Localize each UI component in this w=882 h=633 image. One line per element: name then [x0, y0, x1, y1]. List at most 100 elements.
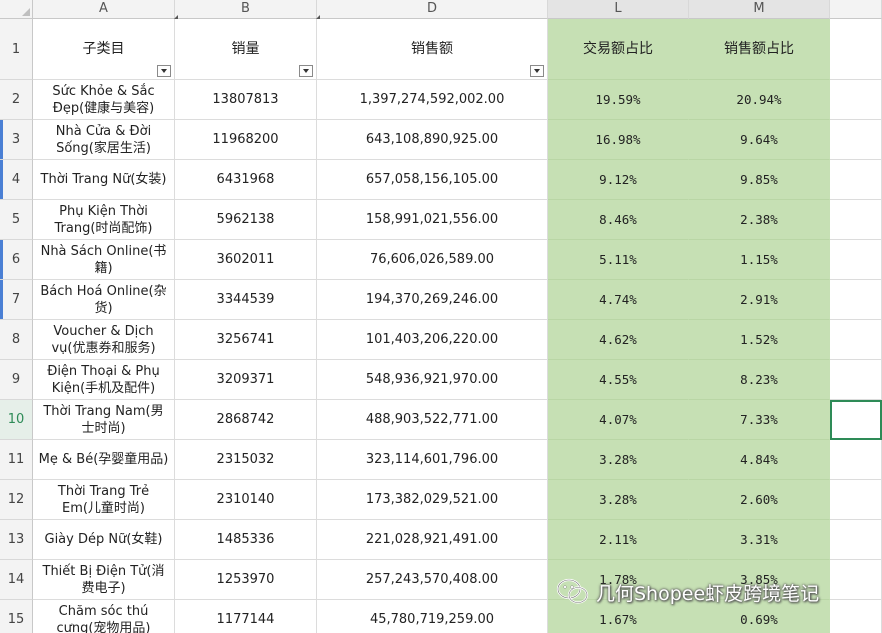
- column-header-a[interactable]: A: [33, 0, 175, 19]
- empty-cell[interactable]: [830, 120, 882, 160]
- cell-volume[interactable]: 1253970: [175, 560, 317, 600]
- row-header[interactable]: 15: [0, 600, 33, 633]
- select-all-corner[interactable]: [0, 0, 33, 19]
- row-header[interactable]: 12: [0, 480, 33, 520]
- cell-volume[interactable]: 3602011: [175, 240, 317, 280]
- header-transaction-share[interactable]: 交易额占比: [548, 19, 689, 80]
- cell-volume[interactable]: 13807813: [175, 80, 317, 120]
- cell-amount[interactable]: 257,243,570,408.00: [317, 560, 548, 600]
- cell-volume[interactable]: 1485336: [175, 520, 317, 560]
- empty-cell[interactable]: [830, 360, 882, 400]
- cell-txn-share[interactable]: 3.28%: [548, 440, 689, 480]
- empty-cell[interactable]: [830, 200, 882, 240]
- row-header[interactable]: 3: [0, 120, 33, 160]
- cell-sales-share[interactable]: 7.33%: [689, 400, 830, 440]
- cell-amount[interactable]: 101,403,206,220.00: [317, 320, 548, 360]
- cell-amount[interactable]: 194,370,269,246.00: [317, 280, 548, 320]
- empty-cell[interactable]: [830, 560, 882, 600]
- cell-subcategory[interactable]: Thiết Bị Điện Tử(消费电子): [33, 560, 175, 600]
- row-header[interactable]: 10: [0, 400, 33, 440]
- row-header[interactable]: 8: [0, 320, 33, 360]
- cell-sales-share[interactable]: 1.52%: [689, 320, 830, 360]
- cell-txn-share[interactable]: 19.59%: [548, 80, 689, 120]
- row-header[interactable]: 11: [0, 440, 33, 480]
- cell-subcategory[interactable]: Phụ Kiện Thời Trang(时尚配饰): [33, 200, 175, 240]
- row-header[interactable]: 2: [0, 80, 33, 120]
- empty-cell[interactable]: [830, 240, 882, 280]
- cell-amount[interactable]: 1,397,274,592,002.00: [317, 80, 548, 120]
- column-header-m[interactable]: M: [689, 0, 830, 19]
- cell-subcategory[interactable]: Thời Trang Nam(男士时尚): [33, 400, 175, 440]
- filter-dropdown-icon[interactable]: [530, 65, 544, 77]
- column-header-blank[interactable]: [830, 0, 882, 19]
- cell-sales-share[interactable]: 2.38%: [689, 200, 830, 240]
- cell-volume[interactable]: 11968200: [175, 120, 317, 160]
- cell-txn-share[interactable]: 4.07%: [548, 400, 689, 440]
- header-sales-share[interactable]: 销售额占比: [689, 19, 830, 80]
- row-header[interactable]: 6: [0, 240, 33, 280]
- filter-dropdown-icon[interactable]: [157, 65, 171, 77]
- row-header[interactable]: 1: [0, 19, 33, 80]
- cell-sales-share[interactable]: 9.85%: [689, 160, 830, 200]
- empty-cell[interactable]: [830, 320, 882, 360]
- cell-sales-share[interactable]: 2.60%: [689, 480, 830, 520]
- row-header[interactable]: 7: [0, 280, 33, 320]
- row-header[interactable]: 4: [0, 160, 33, 200]
- header-sales-volume[interactable]: 销量: [175, 19, 317, 80]
- cell-amount[interactable]: 488,903,522,771.00: [317, 400, 548, 440]
- row-header[interactable]: 14: [0, 560, 33, 600]
- empty-cell[interactable]: [830, 440, 882, 480]
- empty-cell[interactable]: [830, 480, 882, 520]
- active-cell[interactable]: [830, 400, 882, 440]
- cell-amount[interactable]: 173,382,029,521.00: [317, 480, 548, 520]
- empty-cell[interactable]: [830, 19, 882, 80]
- cell-amount[interactable]: 221,028,921,491.00: [317, 520, 548, 560]
- cell-txn-share[interactable]: 9.12%: [548, 160, 689, 200]
- cell-subcategory[interactable]: Sức Khỏe & Sắc Đẹp(健康与美容): [33, 80, 175, 120]
- cell-subcategory[interactable]: Thời Trang Trẻ Em(儿童时尚): [33, 480, 175, 520]
- empty-cell[interactable]: [830, 80, 882, 120]
- cell-subcategory[interactable]: Chăm sóc thú cưng(宠物用品): [33, 600, 175, 633]
- cell-amount[interactable]: 76,606,026,589.00: [317, 240, 548, 280]
- cell-amount[interactable]: 158,991,021,556.00: [317, 200, 548, 240]
- row-header[interactable]: 9: [0, 360, 33, 400]
- cell-txn-share[interactable]: 3.28%: [548, 480, 689, 520]
- filter-dropdown-icon[interactable]: [299, 65, 313, 77]
- cell-txn-share[interactable]: 4.74%: [548, 280, 689, 320]
- row-header[interactable]: 13: [0, 520, 33, 560]
- cell-volume[interactable]: 2868742: [175, 400, 317, 440]
- cell-subcategory[interactable]: Bách Hoá Online(杂货): [33, 280, 175, 320]
- cell-volume[interactable]: 2310140: [175, 480, 317, 520]
- cell-subcategory[interactable]: Nhà Cửa & Đời Sống(家居生活): [33, 120, 175, 160]
- cell-txn-share[interactable]: 4.62%: [548, 320, 689, 360]
- cell-volume[interactable]: 2315032: [175, 440, 317, 480]
- cell-subcategory[interactable]: Thời Trang Nữ(女装): [33, 160, 175, 200]
- cell-txn-share[interactable]: 2.11%: [548, 520, 689, 560]
- cell-volume[interactable]: 3256741: [175, 320, 317, 360]
- empty-cell[interactable]: [830, 160, 882, 200]
- cell-sales-share[interactable]: 9.64%: [689, 120, 830, 160]
- cell-txn-share[interactable]: 4.55%: [548, 360, 689, 400]
- cell-amount[interactable]: 643,108,890,925.00: [317, 120, 548, 160]
- cell-volume[interactable]: 1177144: [175, 600, 317, 633]
- column-header-b[interactable]: B: [175, 0, 317, 19]
- cell-sales-share[interactable]: 3.31%: [689, 520, 830, 560]
- column-header-l[interactable]: L: [548, 0, 689, 19]
- cell-subcategory[interactable]: Voucher & Dịch vụ(优惠券和服务): [33, 320, 175, 360]
- cell-sales-share[interactable]: 4.84%: [689, 440, 830, 480]
- cell-sales-share[interactable]: 8.23%: [689, 360, 830, 400]
- empty-cell[interactable]: [830, 600, 882, 633]
- empty-cell[interactable]: [830, 280, 882, 320]
- cell-txn-share[interactable]: 8.46%: [548, 200, 689, 240]
- cell-subcategory[interactable]: Mẹ & Bé(孕婴童用品): [33, 440, 175, 480]
- cell-subcategory[interactable]: Nhà Sách Online(书籍): [33, 240, 175, 280]
- cell-volume[interactable]: 5962138: [175, 200, 317, 240]
- cell-volume[interactable]: 3209371: [175, 360, 317, 400]
- cell-subcategory[interactable]: Giày Dép Nữ(女鞋): [33, 520, 175, 560]
- cell-amount[interactable]: 657,058,156,105.00: [317, 160, 548, 200]
- cell-volume[interactable]: 3344539: [175, 280, 317, 320]
- cell-txn-share[interactable]: 5.11%: [548, 240, 689, 280]
- cell-txn-share[interactable]: 16.98%: [548, 120, 689, 160]
- cell-subcategory[interactable]: Điện Thoại & Phụ Kiện(手机及配件): [33, 360, 175, 400]
- cell-amount[interactable]: 323,114,601,796.00: [317, 440, 548, 480]
